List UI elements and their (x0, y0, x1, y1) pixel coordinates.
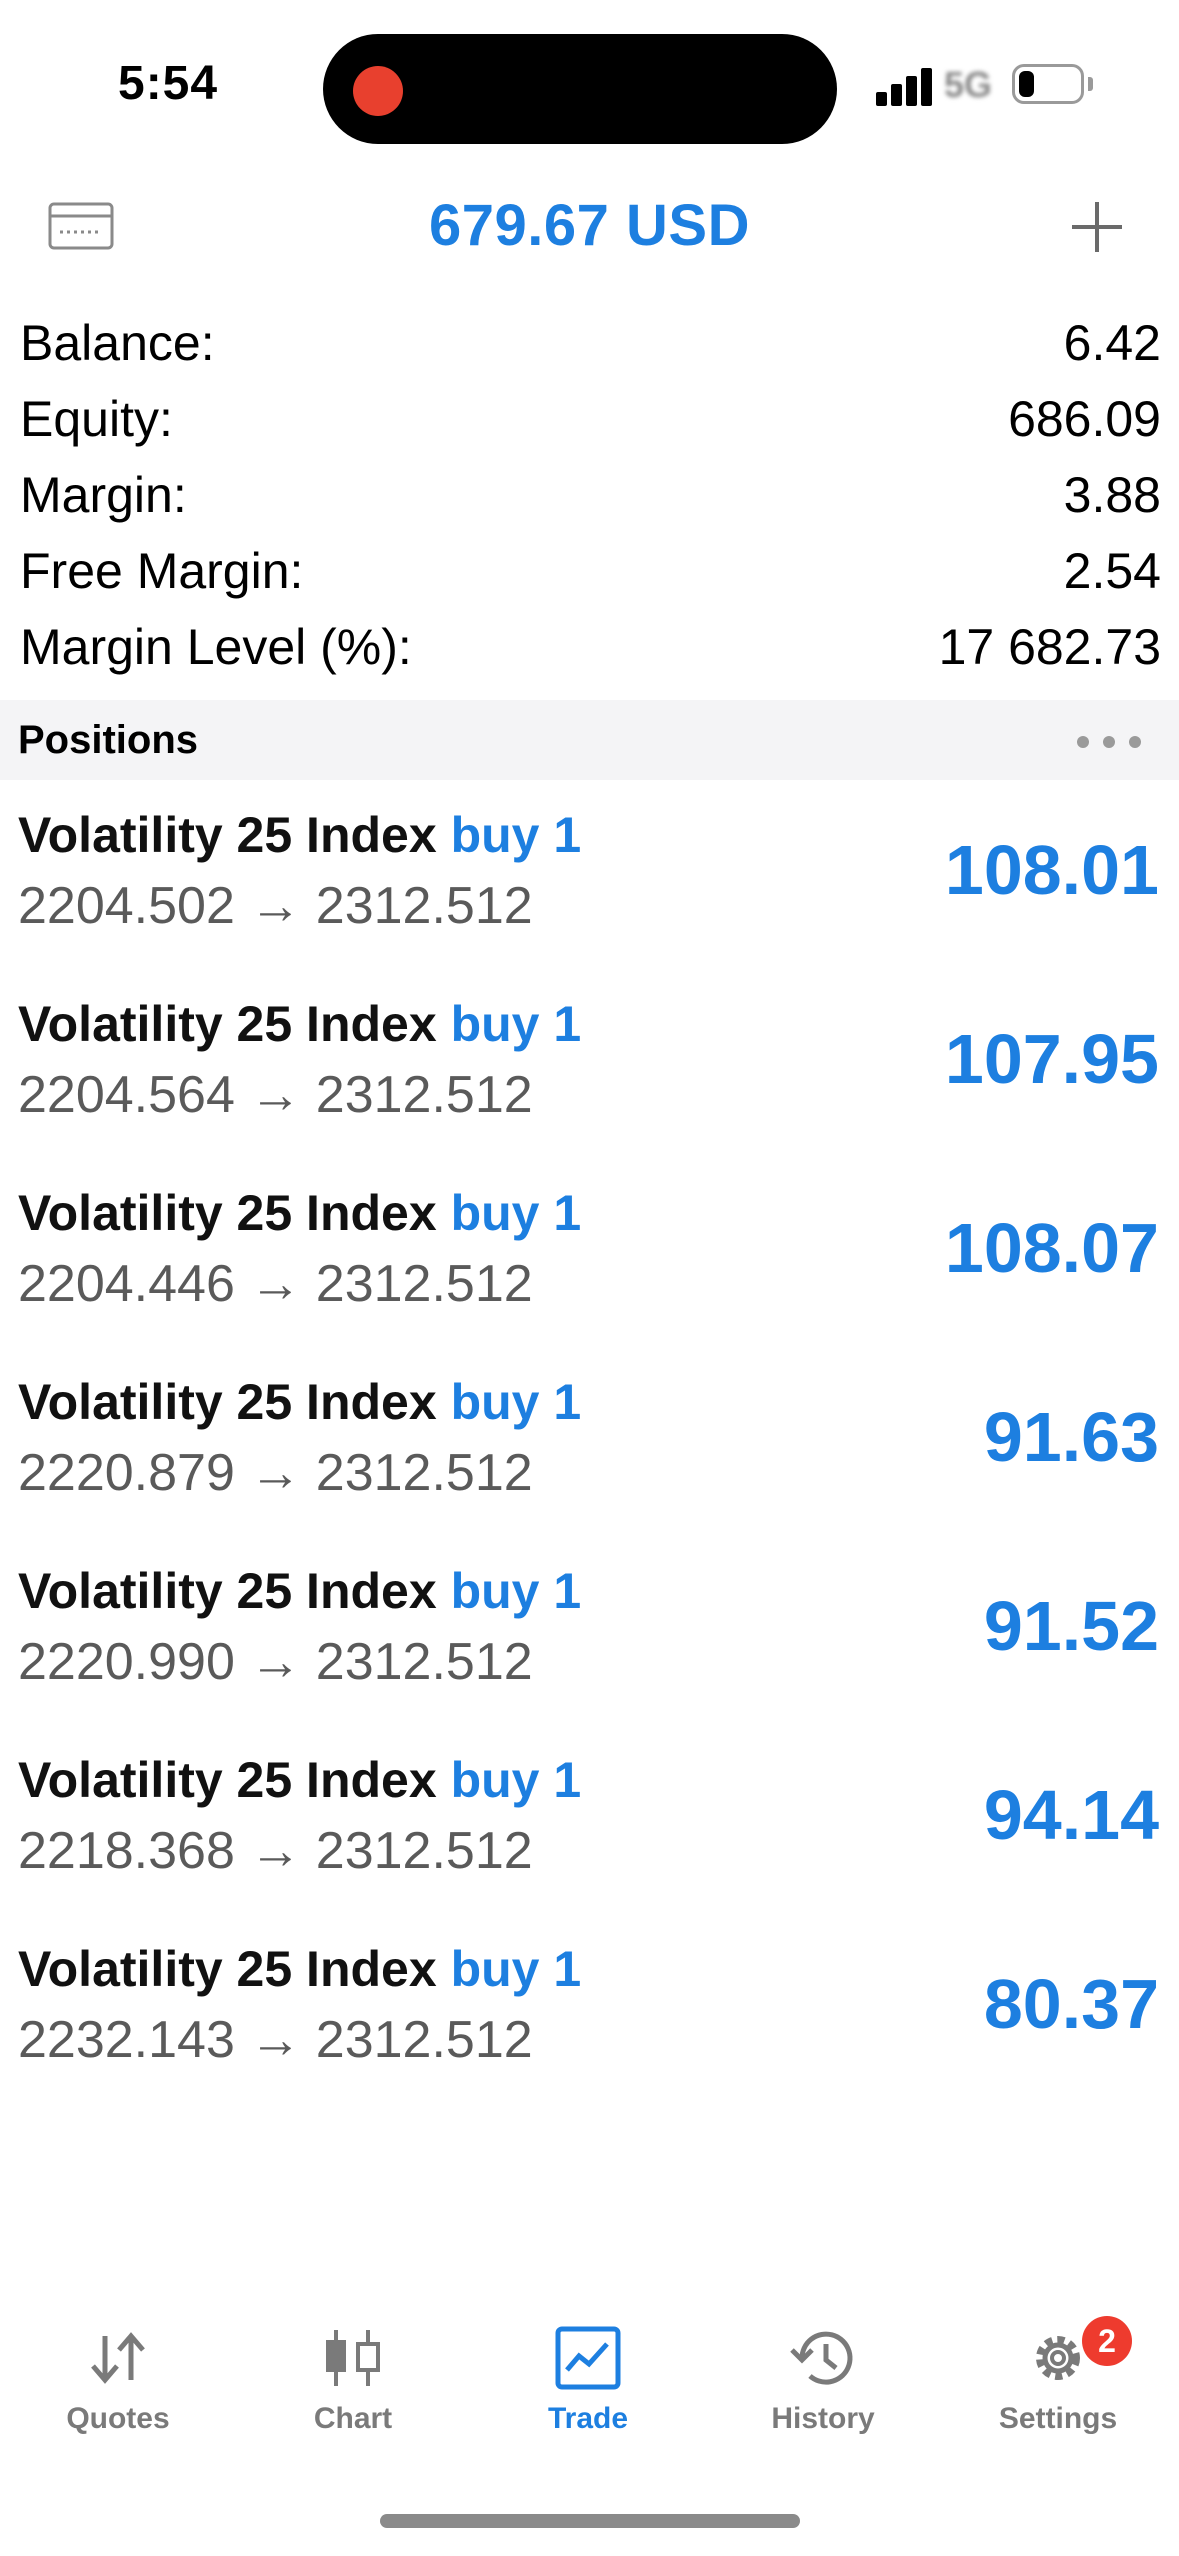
tab-label: Settings (998, 2402, 1118, 2435)
tab-bar: Quotes Chart Trade History Settings 2 (0, 2300, 1179, 2460)
position-symbol: Volatility 25 Index (18, 1185, 437, 1241)
more-options-icon[interactable] (1077, 736, 1141, 750)
position-row[interactable]: Volatility 25 Index buy 1 2218.368 → 231… (0, 1735, 1179, 1924)
quotes-arrows-icon (91, 2332, 145, 2384)
signal-strength-icon (876, 66, 936, 106)
position-profit: 91.52 (983, 1587, 1159, 1665)
tab-trade[interactable]: Trade (488, 2300, 688, 2460)
summary-row-margin-level: Margin Level (%): 17 682.73 (0, 612, 1179, 688)
tab-label: Chart (313, 2402, 393, 2435)
position-title: Volatility 25 Index buy 1 (18, 1940, 581, 1998)
recording-indicator-icon (353, 66, 403, 116)
tab-chart[interactable]: Chart (253, 2300, 453, 2460)
position-title: Volatility 25 Index buy 1 (18, 1751, 581, 1809)
trade-chart-icon (555, 2326, 621, 2390)
home-indicator[interactable] (380, 2514, 800, 2528)
account-summary: Balance: 6.42 Equity: 686.09 Margin: 3.8… (0, 308, 1179, 688)
position-title: Volatility 25 Index buy 1 (18, 1562, 581, 1620)
position-prices: 2218.368 → 2312.512 (18, 1822, 533, 1880)
tab-quotes[interactable]: Quotes (18, 2300, 218, 2460)
summary-value: 2.54 (1063, 543, 1161, 599)
summary-row-equity: Equity: 686.09 (0, 384, 1179, 460)
summary-value: 17 682.73 (938, 619, 1161, 675)
tab-history[interactable]: History (723, 2300, 923, 2460)
position-side: buy 1 (450, 1563, 582, 1619)
summary-value: 3.88 (1063, 467, 1161, 523)
position-profit: 91.63 (983, 1398, 1159, 1476)
notification-badge: 2 (1082, 2316, 1132, 2366)
position-prices: 2204.564 → 2312.512 (18, 1066, 533, 1124)
position-symbol: Volatility 25 Index (18, 996, 437, 1052)
position-row[interactable]: Volatility 25 Index buy 1 2220.879 → 231… (0, 1357, 1179, 1546)
network-type: 5G (944, 64, 993, 105)
position-row[interactable]: Volatility 25 Index buy 1 2204.446 → 231… (0, 1168, 1179, 1357)
position-symbol: Volatility 25 Index (18, 807, 437, 863)
position-symbol: Volatility 25 Index (18, 1752, 437, 1808)
summary-label: Margin Level (%): (20, 619, 412, 675)
account-equity-title: 679.67 USD (429, 193, 750, 258)
trade-header: 679.67 USD (0, 170, 1179, 280)
position-profit: 80.37 (983, 1965, 1159, 2043)
battery-icon (1012, 64, 1084, 104)
position-side: buy 1 (450, 996, 582, 1052)
history-clock-icon (790, 2331, 853, 2385)
battery-level (1019, 71, 1034, 97)
summary-label: Balance: (20, 315, 215, 371)
position-side: buy 1 (450, 1752, 582, 1808)
position-title: Volatility 25 Index buy 1 (18, 806, 581, 864)
position-row[interactable]: Volatility 25 Index buy 1 2204.502 → 231… (0, 790, 1179, 979)
new-order-plus-icon[interactable] (1068, 198, 1126, 256)
positions-list: Volatility 25 Index buy 1 2204.502 → 231… (0, 790, 1179, 2113)
position-symbol: Volatility 25 Index (18, 1941, 437, 1997)
summary-row-margin: Margin: 3.88 (0, 460, 1179, 536)
battery-cap (1088, 77, 1093, 91)
position-prices: 2220.990 → 2312.512 (18, 1633, 533, 1691)
tab-label: Trade (547, 2402, 629, 2435)
position-symbol: Volatility 25 Index (18, 1374, 437, 1430)
summary-row-balance: Balance: 6.42 (0, 308, 1179, 384)
position-row[interactable]: Volatility 25 Index buy 1 2204.564 → 231… (0, 979, 1179, 1168)
position-title: Volatility 25 Index buy 1 (18, 1373, 581, 1431)
position-side: buy 1 (450, 1941, 582, 1997)
position-title: Volatility 25 Index buy 1 (18, 1184, 581, 1242)
summary-value: 6.42 (1063, 315, 1161, 371)
position-prices: 2204.446 → 2312.512 (18, 1255, 533, 1313)
positions-section-header: Positions (0, 700, 1179, 780)
candlestick-chart-icon (326, 2330, 380, 2386)
position-side: buy 1 (450, 1185, 582, 1241)
summary-row-free-margin: Free Margin: 2.54 (0, 536, 1179, 612)
position-prices: 2204.502 → 2312.512 (18, 877, 533, 935)
dynamic-island (323, 34, 837, 144)
status-time: 5:54 (118, 57, 219, 110)
summary-label: Margin: (20, 467, 187, 523)
position-profit: 108.07 (944, 1209, 1159, 1287)
tab-label: History (771, 2402, 875, 2435)
position-row[interactable]: Volatility 25 Index buy 1 2220.990 → 231… (0, 1546, 1179, 1735)
status-bar: 5:54 5G (0, 0, 1179, 170)
position-prices: 2220.879 → 2312.512 (18, 1444, 533, 1502)
position-prices: 2232.143 → 2312.512 (18, 2011, 533, 2069)
positions-title: Positions (18, 718, 199, 762)
tab-settings[interactable]: Settings 2 (958, 2300, 1158, 2460)
position-profit: 94.14 (983, 1776, 1159, 1854)
position-profit: 108.01 (944, 831, 1159, 909)
position-symbol: Volatility 25 Index (18, 1563, 437, 1619)
summary-value: 686.09 (1008, 391, 1161, 447)
position-side: buy 1 (450, 1374, 582, 1430)
trade-screen: 5:54 5G 679.67 USD Balance: 6.42 Equity:… (0, 0, 1179, 2556)
position-profit: 107.95 (944, 1020, 1159, 1098)
position-row[interactable]: Volatility 25 Index buy 1 2232.143 → 231… (0, 1924, 1179, 2113)
summary-label: Equity: (20, 391, 173, 447)
tab-label: Quotes (66, 2402, 170, 2435)
position-side: buy 1 (450, 807, 582, 863)
summary-label: Free Margin: (20, 543, 304, 599)
position-title: Volatility 25 Index buy 1 (18, 995, 581, 1053)
